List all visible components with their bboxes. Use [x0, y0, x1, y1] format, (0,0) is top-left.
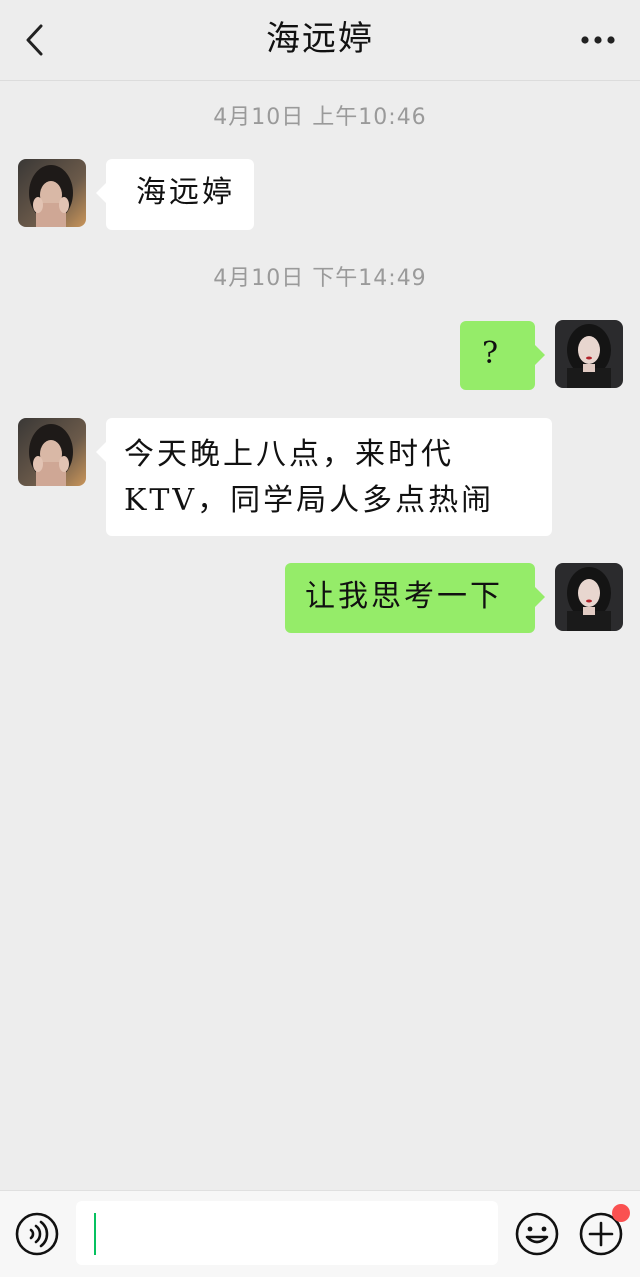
- message-bubble-received[interactable]: 海远婷: [96, 159, 254, 230]
- emoji-icon[interactable]: [514, 1211, 560, 1257]
- timestamp: 4月10日 下午14:49: [213, 266, 427, 291]
- chat-header: 海远婷: [0, 0, 640, 81]
- message-text: ?: [482, 336, 502, 371]
- message-bubble-sent[interactable]: 让我思考一下: [285, 563, 545, 633]
- message-text: 海远婷: [136, 175, 235, 210]
- user-avatar[interactable]: [555, 320, 623, 388]
- message-bubble-sent[interactable]: ?: [460, 321, 545, 390]
- message-bubble-received[interactable]: 今天晚上八点，来时代 KTV，同学局人多点热闹: [96, 418, 552, 536]
- notification-badge: [612, 1204, 630, 1222]
- timestamp: 4月10日 上午10:46: [213, 105, 427, 130]
- contact-avatar[interactable]: [18, 159, 86, 227]
- message-input[interactable]: [76, 1201, 498, 1265]
- chat-title: 海远婷: [266, 19, 374, 59]
- message-line: KTV，同学局人多点热闹: [124, 483, 495, 518]
- message-line: 今天晚上八点，来时代: [124, 437, 454, 472]
- more-dots-icon[interactable]: [578, 26, 618, 54]
- input-bar: [0, 1190, 640, 1277]
- message-text: 让我思考一下: [305, 579, 503, 614]
- user-avatar[interactable]: [555, 563, 623, 631]
- contact-avatar[interactable]: [18, 418, 86, 486]
- text-cursor: [94, 1213, 96, 1255]
- voice-icon[interactable]: [14, 1211, 60, 1257]
